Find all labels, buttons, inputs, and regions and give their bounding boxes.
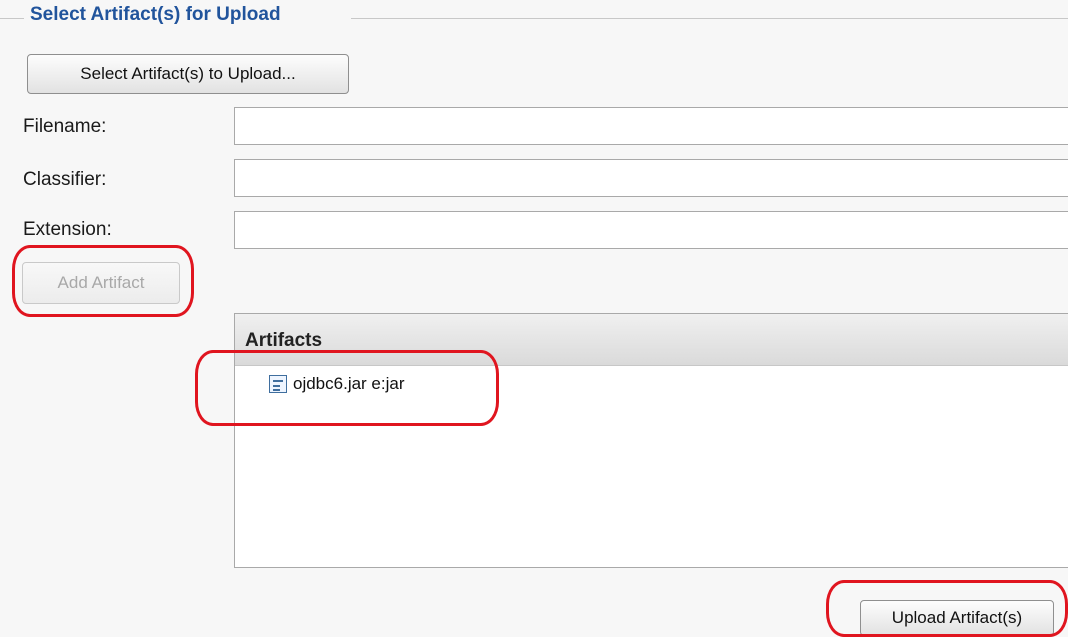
- classifier-field[interactable]: [234, 159, 1068, 197]
- section-legend: Select Artifact(s) for Upload: [30, 4, 281, 25]
- highlight-upload-button: [826, 580, 1068, 637]
- highlight-add-artifact: [12, 245, 194, 317]
- filename-field[interactable]: [234, 107, 1068, 145]
- fieldset-border-right: [351, 18, 1068, 19]
- highlight-artifact-item: [195, 350, 499, 426]
- extension-field[interactable]: [234, 211, 1068, 249]
- select-artifacts-button[interactable]: Select Artifact(s) to Upload...: [27, 54, 349, 94]
- extension-label: Extension:: [23, 219, 112, 240]
- filename-label: Filename:: [23, 116, 107, 137]
- fieldset-border-left: [0, 18, 24, 19]
- classifier-label: Classifier:: [23, 169, 107, 190]
